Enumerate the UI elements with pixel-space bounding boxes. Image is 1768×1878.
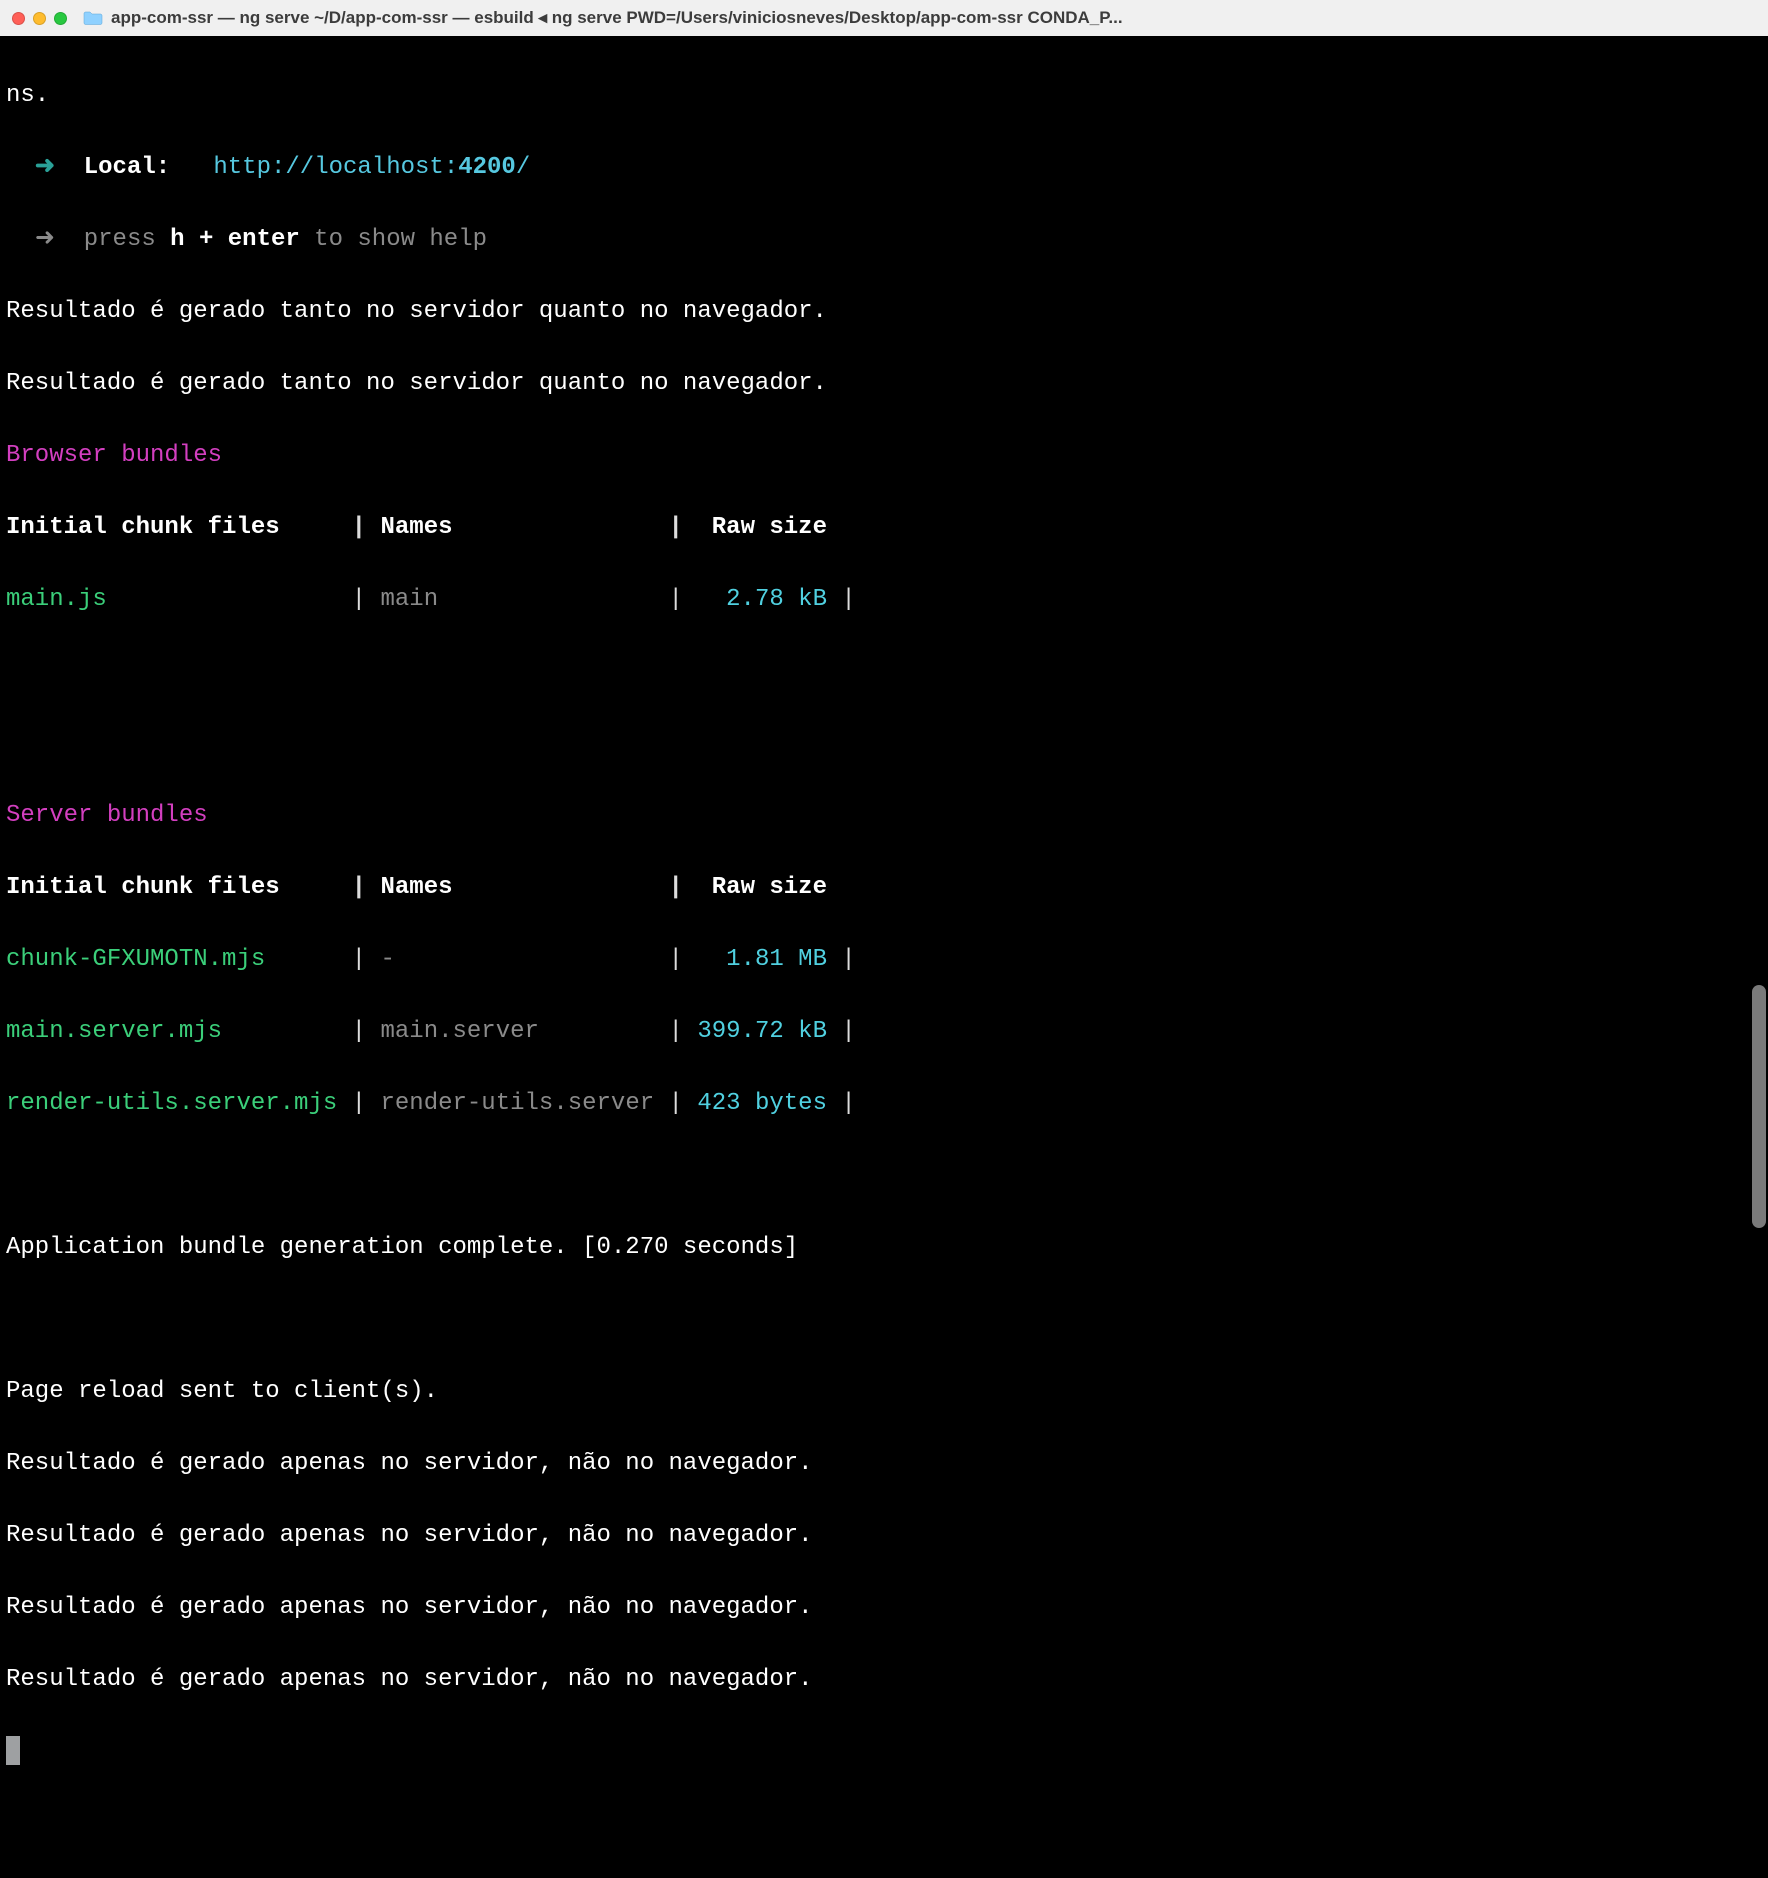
- table-row: chunk-GFXUMOTN.mjs | - | 1.81 MB |: [6, 942, 1762, 978]
- output-line: Resultado é gerado apenas no servidor, n…: [6, 1662, 1762, 1698]
- output-line: ➜ press h + enter to show help: [6, 222, 1762, 258]
- close-button[interactable]: [12, 12, 25, 25]
- table-header: Initial chunk files | Names | Raw size: [6, 510, 1762, 546]
- blank-line: [6, 1158, 1762, 1194]
- cursor-line: [6, 1734, 1762, 1770]
- output-line: Resultado é gerado apenas no servidor, n…: [6, 1590, 1762, 1626]
- window-titlebar: app-com-ssr — ng serve ~/D/app-com-ssr —…: [0, 0, 1768, 36]
- output-line: Resultado é gerado tanto no servidor qua…: [6, 294, 1762, 330]
- section-header-server: Server bundles: [6, 798, 1762, 834]
- output-line: Resultado é gerado apenas no servidor, n…: [6, 1446, 1762, 1482]
- output-line: Resultado é gerado apenas no servidor, n…: [6, 1518, 1762, 1554]
- blank-line: [6, 726, 1762, 762]
- arrow-icon: ➜: [35, 226, 55, 253]
- scrollbar[interactable]: [1752, 38, 1766, 1252]
- table-row: render-utils.server.mjs | render-utils.s…: [6, 1086, 1762, 1122]
- blank-line: [6, 654, 1762, 690]
- folder-icon: [83, 10, 103, 26]
- output-line: Application bundle generation complete. …: [6, 1230, 1762, 1266]
- traffic-lights: [12, 12, 67, 25]
- window-title: app-com-ssr — ng serve ~/D/app-com-ssr —…: [111, 5, 1756, 31]
- output-line: ➜ Local: http://localhost:4200/: [6, 150, 1762, 186]
- output-line: ns.: [6, 78, 1762, 114]
- table-header: Initial chunk files | Names | Raw size: [6, 870, 1762, 906]
- table-row: main.js | main | 2.78 kB |: [6, 582, 1762, 618]
- local-label: Local:: [84, 154, 170, 181]
- terminal-output[interactable]: ns. ➜ Local: http://localhost:4200/ ➜ pr…: [0, 36, 1768, 1254]
- output-line: Page reload sent to client(s).: [6, 1374, 1762, 1410]
- cursor: [6, 1736, 20, 1765]
- blank-line: [6, 1302, 1762, 1338]
- section-header-browser: Browser bundles: [6, 438, 1762, 474]
- local-url: http://localhost:4200/: [213, 154, 530, 181]
- table-row: main.server.mjs | main.server | 399.72 k…: [6, 1014, 1762, 1050]
- minimize-button[interactable]: [33, 12, 46, 25]
- scrollbar-thumb[interactable]: [1752, 985, 1766, 1228]
- arrow-icon: ➜: [35, 154, 55, 181]
- output-line: Resultado é gerado tanto no servidor qua…: [6, 366, 1762, 402]
- maximize-button[interactable]: [54, 12, 67, 25]
